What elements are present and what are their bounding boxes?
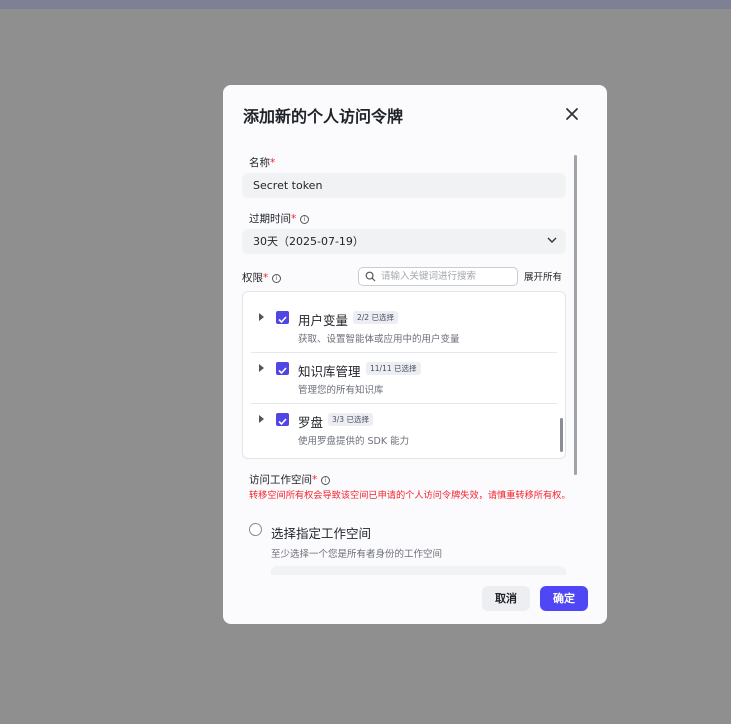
add-token-dialog: 添加新的个人访问令牌 名称* Secret token 过期时间* i 30天（2… xyxy=(223,85,607,624)
permission-list: 用户变量 2/2 已选择 获取、设置智能体或应用中的用户变量 知识库管理 11/… xyxy=(242,291,566,459)
workspace-radio[interactable] xyxy=(249,523,262,536)
top-bar xyxy=(0,0,731,9)
permission-desc: 使用罗盘提供的 SDK 能力 xyxy=(298,436,410,447)
caret-right-icon[interactable] xyxy=(259,364,264,372)
info-icon: i xyxy=(300,214,310,224)
selected-count-badge: 11/11 已选择 xyxy=(366,362,421,375)
permission-checkbox[interactable] xyxy=(276,362,289,375)
dialog-body: 名称* Secret token 过期时间* i 30天（2025-07-19） … xyxy=(223,145,607,575)
permission-desc: 管理您的所有知识库 xyxy=(298,385,384,396)
expiry-label: 过期时间* i xyxy=(249,211,310,226)
info-icon: i xyxy=(272,273,282,283)
name-input[interactable]: Secret token xyxy=(242,173,566,198)
workspace-warning: 转移空间所有权会导致该空间已申请的个人访问令牌失效，请慎重转移所有权。 xyxy=(249,490,571,501)
selected-count-badge: 3/3 已选择 xyxy=(328,413,373,426)
check-icon xyxy=(278,367,287,375)
check-icon xyxy=(278,418,287,426)
permission-name: 用户变量 xyxy=(298,313,349,328)
name-label: 名称* xyxy=(249,157,276,169)
dialog-scrollbar[interactable] xyxy=(574,155,577,475)
info-icon: i xyxy=(321,475,331,485)
permission-item[interactable]: 罗盘 3/3 已选择 使用罗盘提供的 SDK 能力 xyxy=(243,404,565,455)
permission-desc: 获取、设置智能体或应用中的用户变量 xyxy=(298,334,460,345)
workspace-option-label[interactable]: 选择指定工作空间 xyxy=(271,523,371,542)
permission-checkbox[interactable] xyxy=(276,311,289,324)
permission-name: 罗盘 xyxy=(298,415,324,430)
search-placeholder: 请输入关键词进行搜索 xyxy=(381,271,477,282)
check-icon xyxy=(278,316,287,324)
chevron-down-icon xyxy=(547,237,557,243)
expiry-value: 30天（2025-07-19） xyxy=(253,235,364,248)
dialog-title: 添加新的个人访问令牌 xyxy=(243,107,404,126)
close-button[interactable] xyxy=(563,105,581,123)
workspace-option-desc: 至少选择一个您是所有者身份的工作空间 xyxy=(271,549,443,560)
workspace-select[interactable] xyxy=(271,566,566,575)
workspace-label: 访问工作空间* i xyxy=(249,472,331,487)
permission-name: 知识库管理 xyxy=(298,364,361,379)
permission-search-input[interactable]: 请输入关键词进行搜索 xyxy=(358,267,518,286)
close-icon xyxy=(566,108,578,120)
caret-right-icon[interactable] xyxy=(259,415,264,423)
caret-right-icon[interactable] xyxy=(259,313,264,321)
cancel-button[interactable]: 取消 xyxy=(482,586,530,611)
permission-item[interactable]: 知识库管理 11/11 已选择 管理您的所有知识库 xyxy=(243,353,565,404)
confirm-button[interactable]: 确定 xyxy=(540,586,588,611)
permission-list-scrollbar[interactable] xyxy=(560,418,563,452)
expand-all-link[interactable]: 展开所有 xyxy=(524,269,562,283)
permissions-label: 权限* i xyxy=(242,270,282,285)
permission-item[interactable]: 用户变量 2/2 已选择 获取、设置智能体或应用中的用户变量 xyxy=(243,302,565,353)
search-icon xyxy=(365,271,376,282)
selected-count-badge: 2/2 已选择 xyxy=(353,311,398,324)
expiry-select[interactable]: 30天（2025-07-19） xyxy=(242,229,566,254)
permission-checkbox[interactable] xyxy=(276,413,289,426)
